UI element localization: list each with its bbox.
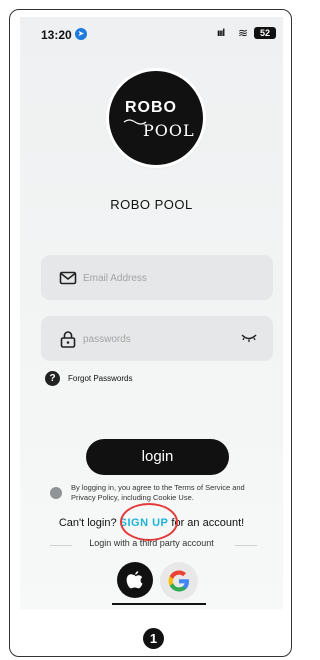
status-time: 13:20 [41,28,72,42]
agree-radio[interactable] [50,487,62,499]
question-icon: ? [45,371,60,386]
password-input[interactable] [81,329,235,349]
apple-icon [126,571,143,589]
highlight-circle [120,503,178,541]
third-party-label: Login with a third party account [89,538,214,548]
google-login-button[interactable] [160,562,198,600]
app-name: ROBO POOL [110,197,193,212]
terms-text: By logging in, you agree to the Terms of… [71,483,245,502]
google-icon [168,570,189,592]
social-underline [112,603,206,605]
signup-suffix: for an account! [168,517,245,529]
third-party-divider: Login with a third party account [20,538,283,552]
forgot-password-label: Forgot Passwords [68,374,133,383]
email-input[interactable] [81,268,235,288]
terms-agreement: By logging in, you agree to the Terms of… [50,483,270,505]
lock-icon [60,331,76,348]
step-number-badge: 1 [143,628,164,649]
mail-icon [59,271,77,285]
signup-prefix: Can't login? [58,517,120,529]
logo-text-top: ROBO [125,99,177,116]
phone-screen: 13:20 ➤ ıııl ≋ 52 ROBO POOL ROBO POOL Em… [20,17,283,609]
login-button[interactable]: login [86,439,229,475]
apple-login-button[interactable] [117,562,153,598]
logo-text-bottom: POOL [143,121,195,140]
wifi-icon: ≋ [238,26,249,40]
divider-line-right [235,545,257,546]
app-logo: ROBO POOL [109,71,203,165]
password-field[interactable] [41,316,273,361]
email-field[interactable] [41,255,273,300]
eye-closed-icon[interactable] [241,333,257,343]
location-icon: ➤ [75,28,87,40]
status-bar: 13:20 ➤ ıııl ≋ 52 [20,17,283,47]
signal-icon: ıııl [217,28,225,39]
battery-icon: 52 [254,27,276,39]
